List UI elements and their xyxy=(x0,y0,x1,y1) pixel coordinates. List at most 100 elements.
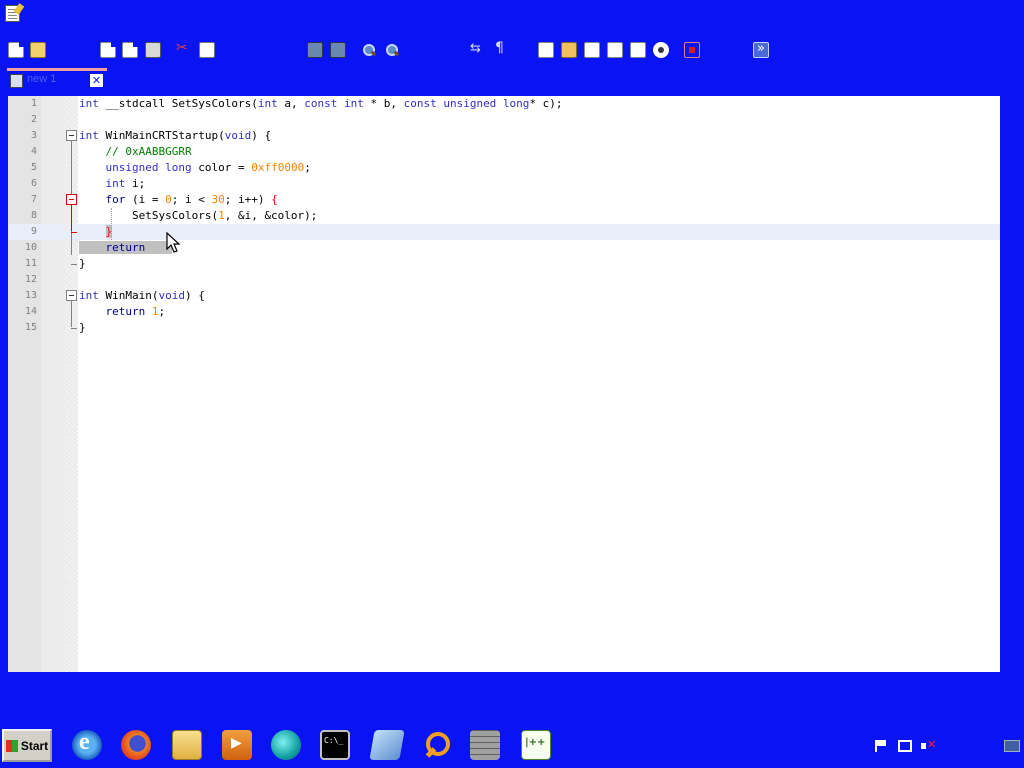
file-explorer-icon[interactable] xyxy=(172,730,202,760)
folder-open-icon[interactable] xyxy=(30,42,46,58)
fast-forward-icon[interactable] xyxy=(753,41,769,58)
word-wrap-icon[interactable] xyxy=(470,41,486,58)
network-icon[interactable] xyxy=(898,740,912,752)
code-line: 5 unsigned long color = 0xff0000; xyxy=(8,160,1000,176)
code-text: int WinMainCRTStartup(void) { xyxy=(79,129,272,142)
code-line: 3 int WinMainCRTStartup(void) { xyxy=(8,128,1000,144)
mouse-cursor-icon xyxy=(166,232,181,253)
code-line: 7 for (i = 0; i < 30; i++) { xyxy=(8,192,1000,208)
line-number: 13 xyxy=(24,290,37,301)
function-list-icon[interactable] xyxy=(607,42,623,58)
replace-icon[interactable] xyxy=(330,42,346,58)
start-button[interactable]: Start xyxy=(2,729,52,762)
code-text: unsigned long color = 0xff0000; xyxy=(105,161,311,174)
code-text: int WinMain(void) { xyxy=(79,289,205,302)
line-number: 11 xyxy=(24,258,37,269)
code-line: 4 // 0xAABBGGRR xyxy=(8,144,1000,160)
line-number: 10 xyxy=(24,242,37,253)
indent-guide-icon[interactable] xyxy=(538,42,554,58)
line-number: 4 xyxy=(30,146,37,157)
doc-map-icon[interactable] xyxy=(584,42,600,58)
tab-strip: new 1 ✕ xyxy=(0,66,1024,94)
close-icon[interactable] xyxy=(100,42,116,58)
code-line: 2 xyxy=(8,112,1000,128)
fold-toggle-icon[interactable] xyxy=(66,194,77,205)
code-line: 6 int i; xyxy=(8,176,1000,192)
taskbar: Start xyxy=(0,724,1024,768)
action-center-flag-icon[interactable] xyxy=(874,740,888,752)
monitor-icon[interactable] xyxy=(653,42,669,58)
toolbar xyxy=(0,40,1024,64)
cut-icon[interactable] xyxy=(176,40,192,58)
fold-line xyxy=(71,205,72,231)
fold-end xyxy=(71,328,77,329)
code-text: return xyxy=(79,240,172,256)
line-number: 12 xyxy=(24,274,37,285)
firewall-icon[interactable] xyxy=(470,730,500,760)
copy-icon[interactable] xyxy=(199,42,215,58)
windows-flag-icon xyxy=(5,739,18,752)
show-desktop-icon[interactable] xyxy=(1004,740,1020,752)
notepad-plus-plus-icon[interactable] xyxy=(521,730,551,760)
code-text: } xyxy=(105,225,113,238)
code-line: 14 return 1; xyxy=(8,304,1000,320)
fold-toggle-icon[interactable] xyxy=(66,290,77,301)
close-tab-icon[interactable]: ✕ xyxy=(90,74,103,87)
tab-label: new 1 xyxy=(27,73,57,85)
line-number: 8 xyxy=(30,210,37,221)
title-bar xyxy=(0,0,1024,30)
line-number: 3 xyxy=(30,130,37,141)
zoom-out-icon[interactable] xyxy=(384,42,400,58)
close-all-icon[interactable] xyxy=(122,42,138,58)
print-icon[interactable] xyxy=(145,42,161,58)
code-line: 15 } xyxy=(8,320,1000,336)
command-prompt-icon[interactable] xyxy=(320,730,350,760)
code-line: 1 int __stdcall SetSysColors(int a, cons… xyxy=(8,96,1000,112)
notepad-icon[interactable] xyxy=(5,5,20,22)
line-number: 5 xyxy=(30,162,37,173)
media-player-icon[interactable] xyxy=(222,730,252,760)
find-icon[interactable] xyxy=(307,42,323,58)
line-number: 9 xyxy=(30,226,37,237)
fold-end xyxy=(71,232,77,233)
pilcrow-icon[interactable] xyxy=(492,40,508,58)
code-text: } xyxy=(79,321,86,334)
browser-globe-icon[interactable] xyxy=(271,730,301,760)
code-text: int __stdcall SetSysColors(int a, const … xyxy=(79,97,563,110)
save-state-icon xyxy=(10,74,23,88)
code-text: // 0xAABBGGRR xyxy=(105,145,192,158)
user-lang-icon[interactable] xyxy=(561,42,577,58)
line-number: 1 xyxy=(30,98,37,109)
fold-toggle-icon[interactable] xyxy=(66,130,77,141)
search-icon[interactable] xyxy=(422,730,452,760)
tab-new-1[interactable]: new 1 ✕ xyxy=(7,68,107,90)
indent-guide xyxy=(111,208,112,240)
code-text: } xyxy=(79,257,86,270)
current-line: 9 } xyxy=(8,224,1000,240)
fold-line xyxy=(71,301,72,327)
code-text: return 1; xyxy=(105,305,166,318)
internet-explorer-icon[interactable] xyxy=(72,729,102,760)
code-line: 10 return xyxy=(8,240,1000,256)
notebook-icon[interactable] xyxy=(369,730,405,760)
line-number: 15 xyxy=(24,322,37,333)
line-number: 6 xyxy=(30,178,37,189)
line-number: 2 xyxy=(30,114,37,125)
record-icon[interactable] xyxy=(684,42,700,58)
folder-workspace-icon[interactable] xyxy=(630,42,646,58)
code-text: for (i = 0; i < 30; i++) { xyxy=(105,193,278,206)
fold-end xyxy=(71,264,77,265)
new-file-icon[interactable] xyxy=(8,42,24,58)
firefox-icon[interactable] xyxy=(121,730,151,760)
line-number: 7 xyxy=(30,194,37,205)
code-line: 12 xyxy=(8,272,1000,288)
volume-muted-icon[interactable] xyxy=(921,738,936,752)
code-text: int i; xyxy=(105,177,146,190)
line-number: 14 xyxy=(24,306,37,317)
code-line: 13 int WinMain(void) { xyxy=(8,288,1000,304)
code-text: SetSysColors(1, &i, &color); xyxy=(79,209,318,222)
code-line: 11 } xyxy=(8,256,1000,272)
zoom-in-icon[interactable] xyxy=(361,42,377,58)
code-editor[interactable]: 1 int __stdcall SetSysColors(int a, cons… xyxy=(8,96,1000,672)
start-label: Start xyxy=(20,738,49,753)
